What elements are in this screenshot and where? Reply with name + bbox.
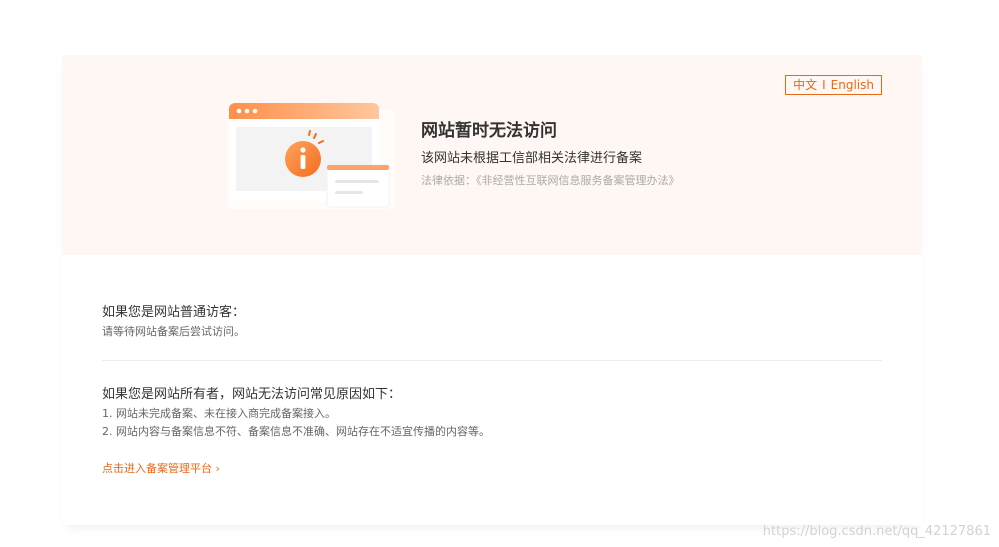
language-switch: 中文 I English [785, 75, 882, 95]
error-card: 中文 I English 网站暂时无法访问 该网站未根据工信部相关法律进行备案 … [62, 55, 922, 525]
chevron-right-icon: › [215, 462, 220, 475]
filing-platform-link[interactable]: 点击进入备案管理平台 › [102, 460, 220, 476]
visitor-heading: 如果您是网站普通访客： [102, 305, 246, 320]
watermark: https://blog.csdn.net/qq_42127861 [762, 524, 991, 539]
visitor-text: 请等待网站备案后尝试访问。 [102, 325, 245, 338]
reason-item: 2. 网站内容与备案信息不符、备案信息不准确、网站存在不适宜传播的内容等。 [102, 425, 490, 438]
lang-option-zh[interactable]: 中文 [793, 78, 817, 92]
filing-platform-link-label: 点击进入备案管理平台 [102, 462, 212, 475]
notice-banner: 中文 I English 网站暂时无法访问 该网站未根据工信部相关法律进行备案 … [62, 55, 922, 255]
page-subtitle: 该网站未根据工信部相关法律进行备案 [421, 151, 643, 166]
owner-heading: 如果您是网站所有者，网站无法访问常见原因如下： [102, 387, 402, 402]
reason-item: 1. 网站未完成备案、未在接入商完成备案接入。 [102, 407, 336, 420]
warning-info-window-icon [227, 103, 395, 209]
lang-separator: I [822, 78, 826, 92]
section-divider [102, 360, 882, 361]
law-reference: 法律依据：《非经营性互联网信息服务备案管理办法》 [421, 174, 680, 187]
page-title: 网站暂时无法访问 [421, 121, 557, 141]
lang-option-en[interactable]: English [831, 78, 874, 92]
